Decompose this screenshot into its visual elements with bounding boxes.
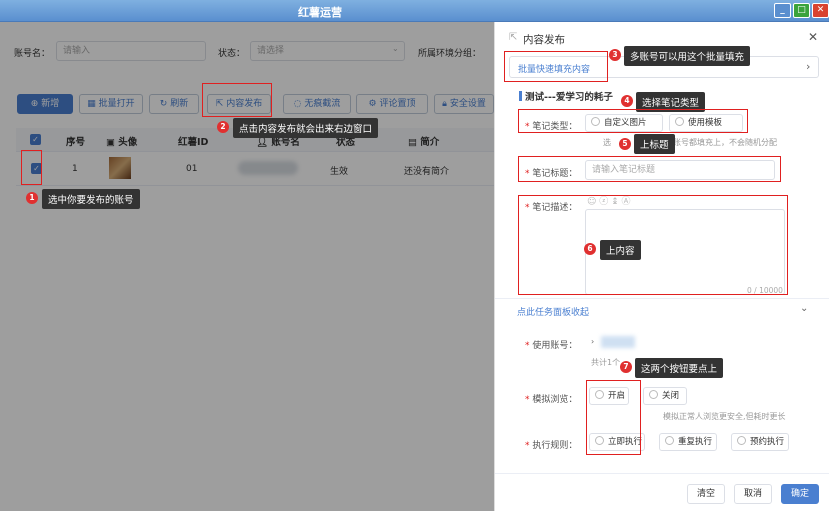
chevron-down-icon[interactable]: ⌄: [800, 303, 808, 314]
close-icon[interactable]: ✕: [808, 30, 818, 44]
annotation-tip-7: 这两个按钮要点上: [635, 358, 724, 378]
cancel-button[interactable]: 取消: [734, 484, 772, 504]
use-account-count: 共计1个: [591, 358, 621, 367]
divider: [495, 298, 829, 299]
rule-label: * 执行规则：: [525, 441, 578, 451]
use-account-label: * 使用账号：: [525, 341, 578, 351]
browse-hint: 模拟正常人浏览更安全,但耗时更长: [663, 412, 786, 421]
annotation-box-4: [518, 109, 748, 133]
account-tag-blurred: [601, 336, 635, 348]
annotation-tip-5: 上标题: [634, 134, 675, 154]
clear-button[interactable]: 清空: [687, 484, 725, 504]
rule-repeat-radio[interactable]: 重复执行: [659, 433, 717, 451]
footer-divider: [495, 473, 829, 474]
minimize-button[interactable]: _: [774, 3, 791, 18]
annotation-box-7: [586, 380, 641, 455]
close-window-button[interactable]: ✕: [812, 3, 829, 18]
annotation-badge-7: 7: [620, 361, 632, 373]
annotation-tip-6: 上内容: [600, 240, 641, 260]
panel-title: 内容发布: [523, 34, 565, 46]
annotation-tip-3: 多账号可以用这个批量填充: [624, 46, 751, 66]
annotation-badge-1: 1: [26, 192, 38, 204]
annotation-badge-5: 5: [619, 138, 631, 150]
heading-accent: [519, 91, 522, 101]
annotation-box-1: [21, 150, 42, 185]
note-type-hint-a: 选: [603, 138, 611, 147]
annotation-box-2: [202, 83, 272, 117]
annotation-badge-4: 4: [621, 95, 633, 107]
annotation-tip-1: 选中你要发布的账号: [42, 189, 140, 209]
annotation-badge-6: 6: [584, 243, 596, 255]
collapse-panel-link[interactable]: 点此任务面板收起: [517, 305, 589, 318]
window-titlebar: 红薯运营 _ □ ✕: [0, 0, 829, 22]
annotation-box-3: [504, 51, 608, 82]
share-icon: ⇱: [509, 32, 518, 43]
browse-label: * 模拟浏览：: [525, 395, 578, 405]
annotation-badge-3: 3: [609, 49, 621, 61]
rule-scheduled-radio[interactable]: 预约执行: [731, 433, 789, 451]
annotation-box-6: [518, 195, 788, 295]
account-heading: 测试---爱学习的耗子: [525, 92, 613, 103]
annotation-badge-2: 2: [217, 121, 229, 133]
maximize-button[interactable]: □: [793, 3, 810, 18]
chevron-right-icon: ›: [806, 60, 811, 73]
browse-off-radio[interactable]: 关闭: [643, 387, 687, 405]
note-type-hint-b: 账号都填充上，不会随机分配: [673, 138, 777, 147]
annotation-tip-2: 点击内容发布就会出来右边窗口: [233, 118, 379, 138]
annotation-box-5: [518, 156, 781, 182]
window-title: 红薯运营: [298, 6, 342, 19]
expand-icon[interactable]: ›: [591, 337, 594, 346]
confirm-button[interactable]: 确定: [781, 484, 819, 504]
